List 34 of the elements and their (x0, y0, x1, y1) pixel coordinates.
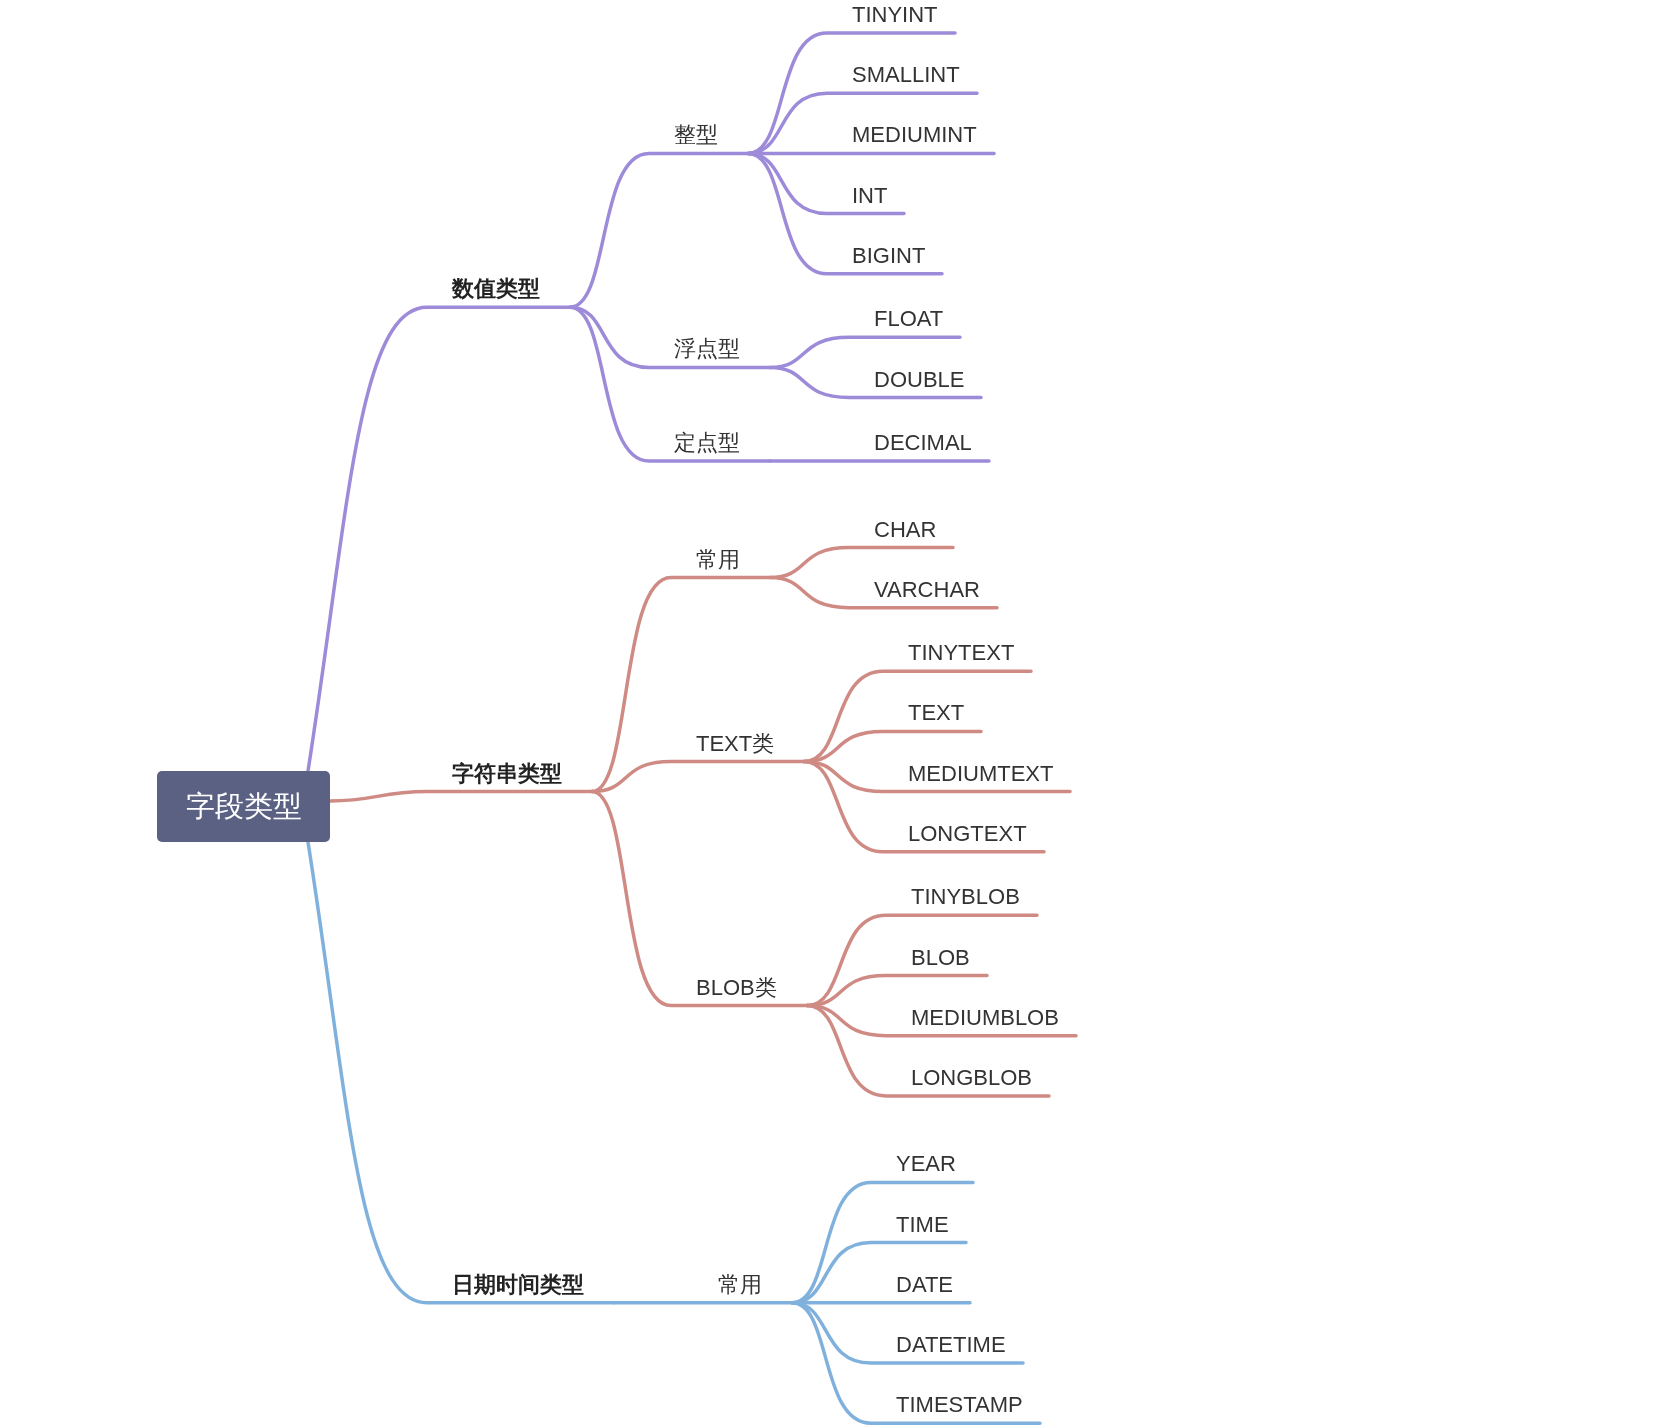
root-topic: 字段类型 (157, 771, 330, 842)
topic-text: 整型 (674, 122, 718, 148)
topic-text: 定点型 (674, 430, 740, 456)
topic-text: FLOAT (874, 306, 944, 332)
topic-text: DECIMAL (874, 430, 972, 456)
topic-text: 字符串类型 (452, 760, 562, 786)
topic-text: INT (852, 182, 888, 208)
topic-text: TIMESTAMP (896, 1392, 1023, 1418)
topic-text: 浮点型 (674, 336, 740, 362)
topic-text: TINYBLOB (911, 884, 1020, 910)
topic-text: LONGTEXT (908, 820, 1027, 847)
topic-text: SMALLINT (852, 62, 960, 88)
topic-text: VARCHAR (874, 576, 980, 602)
topic-text: MEDIUMTEXT (908, 760, 1054, 786)
topic-text: TINYTEXT (908, 640, 1015, 666)
topic-text: 日期时间类型 (452, 1271, 584, 1298)
topic-text: 常用 (696, 546, 740, 572)
topic-text: YEAR (896, 1151, 956, 1177)
topic-text: MEDIUMINT (852, 122, 977, 148)
topic-text: BLOB类 (696, 974, 777, 1000)
topic-text: BLOB (911, 944, 970, 970)
topic-text: TIME (896, 1211, 949, 1237)
topic-text: 数值类型 (452, 276, 540, 302)
topic-text: TEXT类 (696, 730, 775, 756)
topic-text: MEDIUMBLOB (911, 1004, 1059, 1030)
topic-text: LONGBLOB (911, 1064, 1033, 1091)
topic-text: TEXT (908, 700, 965, 726)
topic-text: DATETIME (896, 1332, 1006, 1358)
topic-text: 常用 (718, 1271, 762, 1298)
topic-text: TINYINT (852, 2, 938, 28)
topic-text: DOUBLE (874, 366, 965, 392)
topic-text: BIGINT (852, 242, 926, 269)
topic-text: CHAR (874, 516, 937, 542)
topic-text: DATE (896, 1271, 954, 1298)
